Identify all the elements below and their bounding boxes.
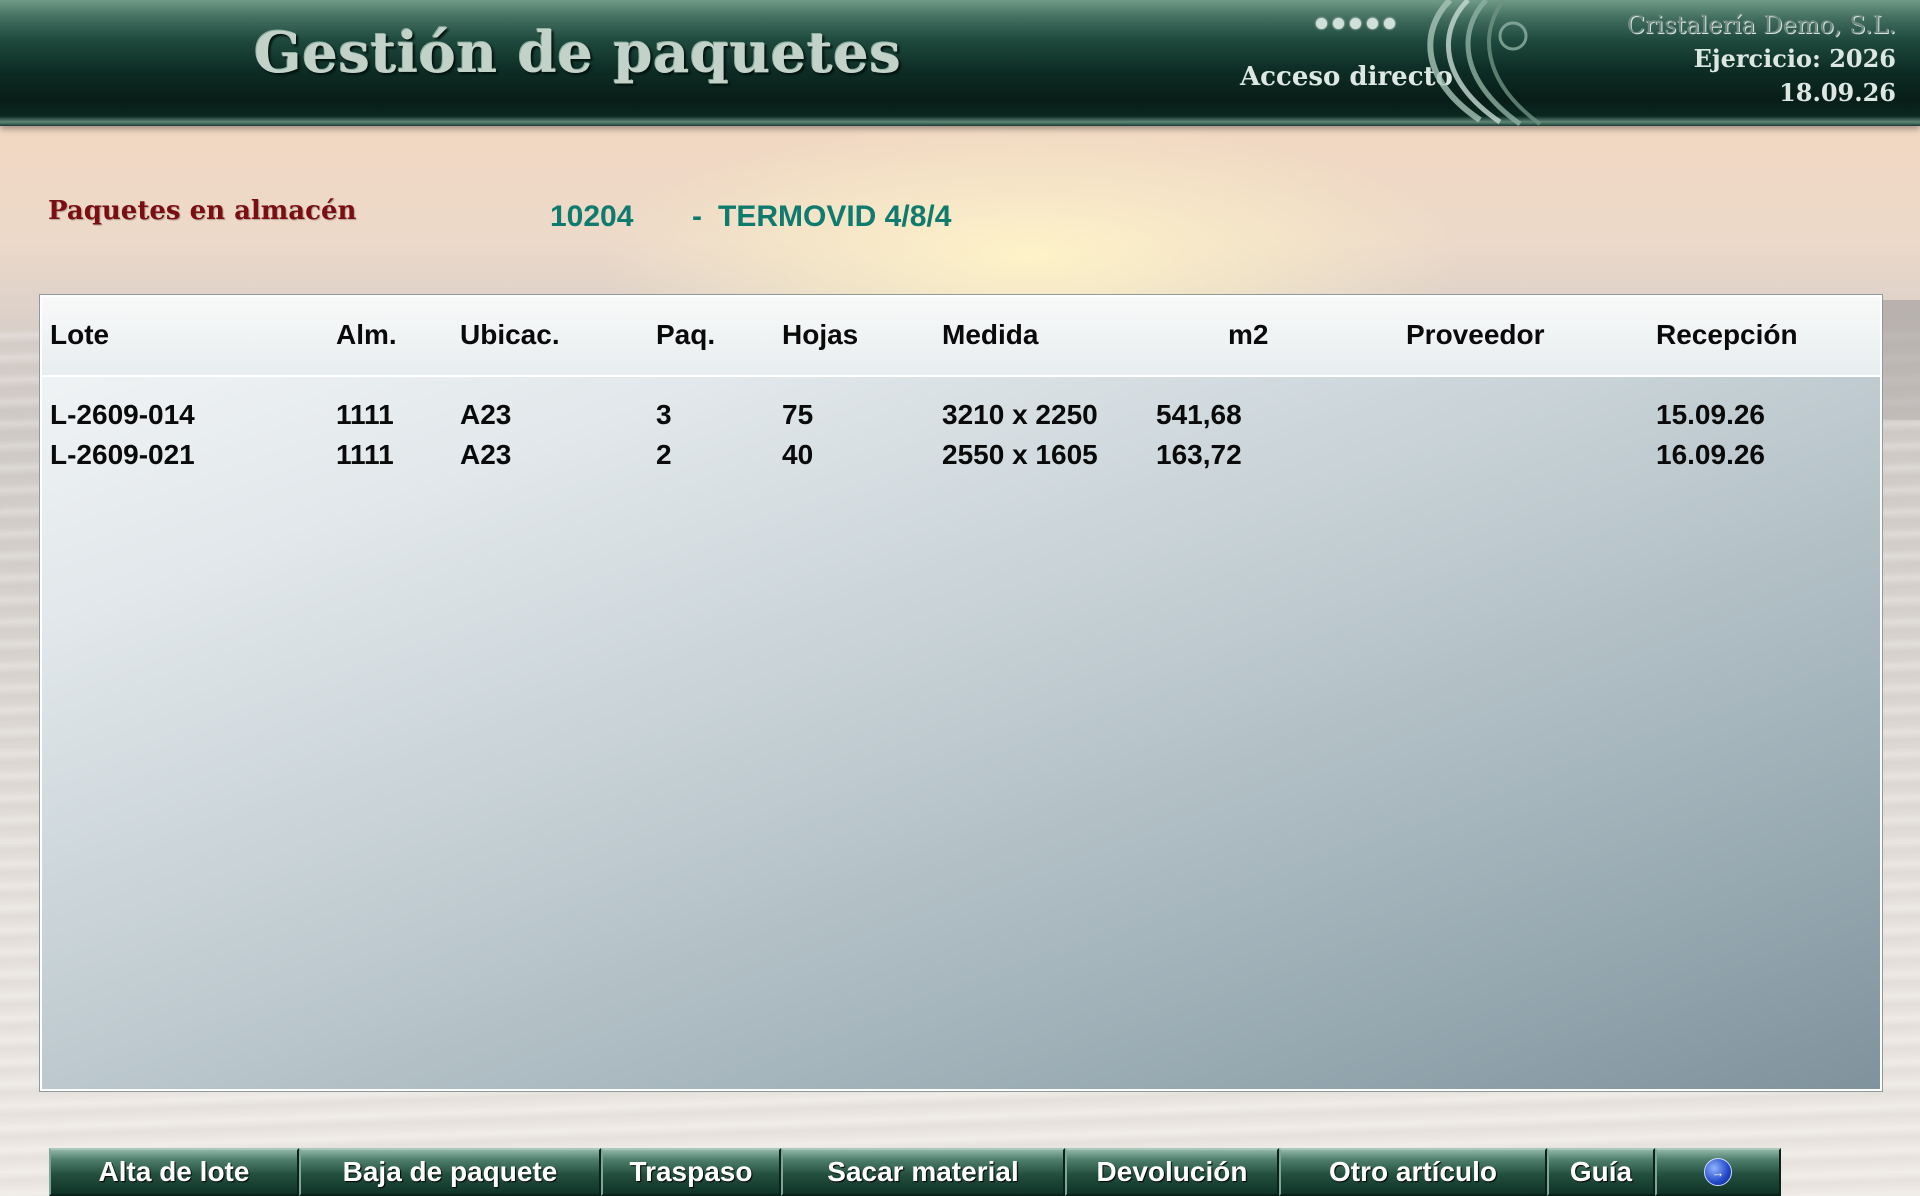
cell-recepcion: 16.09.26	[1656, 439, 1765, 470]
cell-paq: 2	[656, 439, 672, 470]
column-header-proveedor[interactable]: Proveedor	[1406, 319, 1545, 351]
cell-m2: 541,68	[1156, 399, 1242, 430]
cell-alm: 1111	[336, 439, 394, 470]
column-header-lote[interactable]: Lote	[50, 319, 109, 351]
devolucion-button[interactable]: Devolución	[1065, 1148, 1279, 1196]
section-title: Paquetes en almacén	[48, 196, 357, 226]
traspaso-button[interactable]: Traspaso	[601, 1148, 781, 1196]
company-name: Cristalería Demo, S.L.	[1626, 11, 1896, 39]
article-name: TERMOVID 4/8/4	[718, 200, 952, 233]
swirl-logo-icon	[1427, 0, 1542, 126]
alta-lote-button[interactable]: Alta de lote	[49, 1148, 299, 1196]
table-row[interactable]: L-2609-021 1111 A23 2 40 2550 x 1605 163…	[42, 439, 1880, 477]
packages-table: Lote Alm. Ubicac. Paq. Hojas Medida m2 P…	[39, 294, 1883, 1092]
otro-articulo-button[interactable]: Otro artículo	[1279, 1148, 1547, 1196]
bottom-toolbar: Alta de lote Baja de paquete Traspaso Sa…	[49, 1148, 1781, 1196]
guia-button[interactable]: Guía	[1547, 1148, 1655, 1196]
table-row[interactable]: L-2609-014 1111 A23 3 75 3210 x 2250 541…	[42, 399, 1880, 437]
cell-medida: 2550 x 1605	[942, 439, 1098, 470]
cell-ubicac: A23	[460, 399, 512, 430]
column-header-ubicac[interactable]: Ubicac.	[460, 319, 560, 351]
table-header: Lote Alm. Ubicac. Paq. Hojas Medida m2 P…	[42, 297, 1880, 377]
column-header-alm[interactable]: Alm.	[336, 319, 397, 351]
cell-hojas: 75	[782, 399, 814, 430]
cell-alm: 1111	[336, 399, 394, 430]
header-dots-decoration	[1316, 18, 1395, 29]
exit-icon: →	[1704, 1158, 1732, 1186]
cell-ubicac: A23	[460, 439, 512, 470]
cell-lote: L-2609-021	[50, 439, 195, 470]
company-info: Cristalería Demo, S.L. Ejercicio: 2026 1…	[1627, 8, 1896, 110]
column-header-medida[interactable]: Medida	[942, 319, 1038, 351]
exit-button[interactable]: →	[1655, 1148, 1781, 1196]
column-header-recepcion[interactable]: Recepción	[1656, 319, 1798, 351]
sacar-material-button[interactable]: Sacar material	[781, 1148, 1065, 1196]
current-date: 18.09.26	[1779, 78, 1896, 107]
column-header-m2[interactable]: m2	[1228, 319, 1268, 351]
cell-paq: 3	[656, 399, 672, 430]
cell-recepcion: 15.09.26	[1656, 399, 1765, 430]
cell-m2: 163,72	[1156, 439, 1242, 470]
cell-hojas: 40	[782, 439, 814, 470]
cell-medida: 3210 x 2250	[942, 399, 1098, 430]
article-code: 10204	[550, 200, 634, 233]
column-header-hojas[interactable]: Hojas	[782, 319, 858, 351]
baja-paquete-button[interactable]: Baja de paquete	[299, 1148, 601, 1196]
cell-lote: L-2609-014	[50, 399, 195, 430]
app-title: Gestión de paquetes	[254, 20, 902, 86]
column-header-paq[interactable]: Paq.	[656, 319, 715, 351]
fiscal-year: Ejercicio: 2026	[1693, 44, 1896, 73]
article-separator: -	[692, 200, 702, 233]
app-header: Gestión de paquetes Acceso directo Crist…	[0, 0, 1920, 126]
